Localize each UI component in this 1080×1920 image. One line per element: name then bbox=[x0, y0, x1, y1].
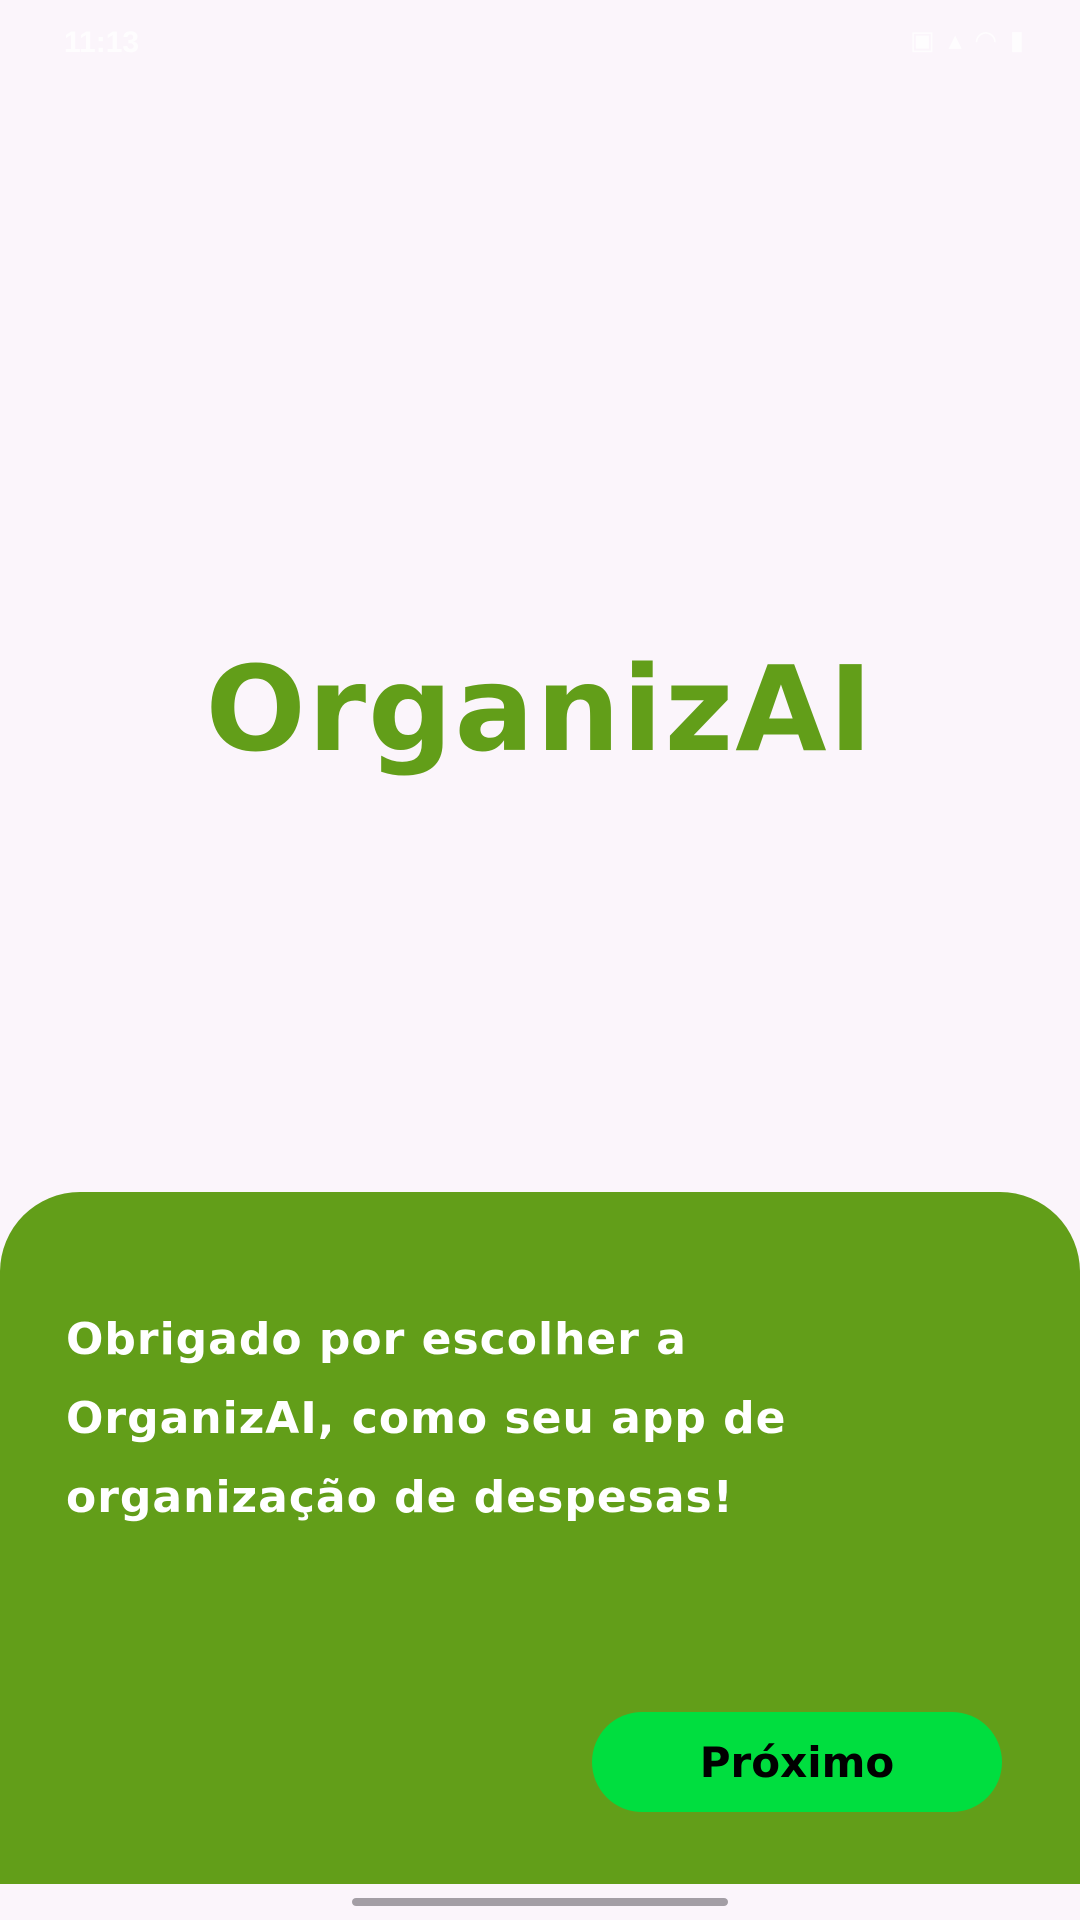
sim-icon: ▣ bbox=[910, 26, 935, 56]
status-icons: ▣ ▴ ◠ ▮ bbox=[910, 26, 1024, 56]
signal-icon: ▴ bbox=[948, 26, 962, 56]
app-title: OrganizAI bbox=[205, 640, 875, 778]
status-time: 11:13 bbox=[64, 26, 140, 59]
home-indicator[interactable] bbox=[352, 1898, 728, 1906]
welcome-message: Obrigado por escolher a OrganizAI, como … bbox=[66, 1314, 787, 1523]
navigation-bar bbox=[0, 1884, 1080, 1920]
bottom-panel: Obrigado por escolher a OrganizAI, como … bbox=[0, 1192, 1080, 1884]
wifi-icon: ◠ bbox=[975, 26, 996, 56]
battery-icon: ▮ bbox=[1009, 26, 1024, 56]
status-bar: 11:13 ▣ ▴ ◠ ▮ bbox=[0, 0, 1080, 84]
next-button[interactable]: Próximo bbox=[592, 1712, 1002, 1812]
